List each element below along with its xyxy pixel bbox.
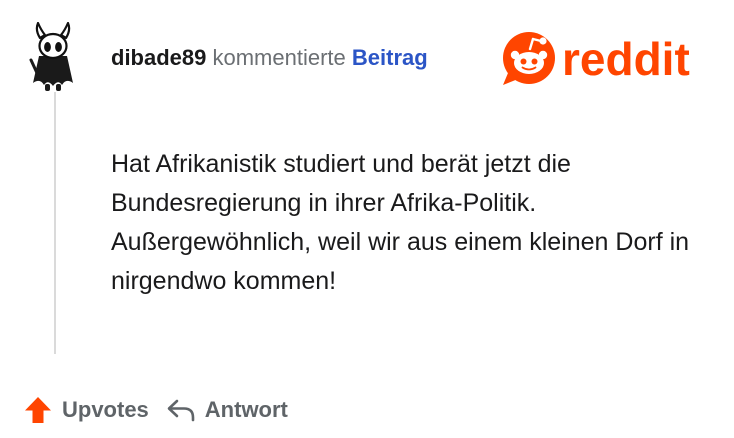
reddit-logo: reddit — [500, 29, 716, 87]
comment-header: dibade89 kommentierte Beitrag — [111, 44, 428, 72]
reply-label: Antwort — [204, 397, 288, 422]
user-avatar[interactable] — [26, 21, 80, 92]
reddit-wordmark: reddit — [562, 33, 690, 85]
reply-button[interactable]: Antwort — [165, 394, 288, 426]
reddit-snoo-icon: reddit — [503, 32, 690, 85]
upvote-button[interactable]: Upvotes — [22, 394, 149, 426]
upvote-label: Upvotes — [62, 397, 149, 422]
comment-body: Hat Afrikanistik studiert und berät jetz… — [111, 150, 690, 295]
thread-line — [54, 92, 56, 354]
action-text: kommentierte — [212, 45, 346, 70]
upvote-arrow-icon — [25, 397, 51, 423]
knight-avatar-icon — [29, 21, 73, 91]
post-link[interactable]: Beitrag — [352, 45, 428, 70]
username[interactable]: dibade89 — [111, 45, 206, 70]
comment-actions: Upvotes Antwort — [22, 393, 288, 427]
reply-arrow-icon — [167, 399, 195, 422]
